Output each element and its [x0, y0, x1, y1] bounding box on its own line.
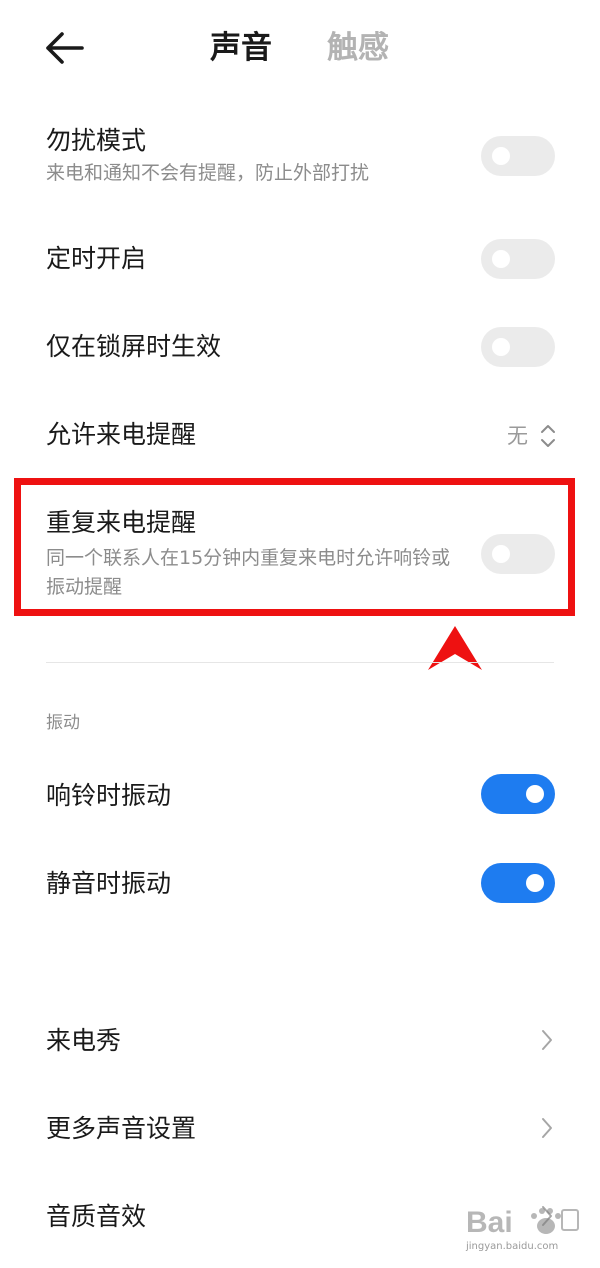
lockscreen-only-row[interactable]: 仅在锁屏时生效: [0, 326, 600, 370]
tab-sound[interactable]: 声音: [210, 26, 272, 70]
silent-vibrate-toggle[interactable]: [481, 863, 555, 903]
dnd-toggle[interactable]: [481, 136, 555, 176]
dnd-title: 勿扰模式: [46, 126, 147, 155]
scheduled-title: 定时开启: [46, 244, 147, 273]
scheduled-toggle[interactable]: [481, 239, 555, 279]
more-sound-title: 更多声音设置: [46, 1114, 197, 1143]
chevron-right-icon: [542, 1118, 552, 1138]
dnd-row[interactable]: 勿扰模式 来电和通知不会有提醒，防止外部打扰: [0, 118, 600, 202]
watermark-url: jingyan.baidu.com: [466, 1241, 559, 1252]
toggle-knob: [492, 147, 510, 165]
allow-calls-value: 无: [507, 424, 528, 448]
scheduled-row[interactable]: 定时开启: [0, 238, 600, 282]
audio-quality-title: 音质音效: [46, 1202, 147, 1231]
ring-vibrate-row[interactable]: 响铃时振动: [0, 774, 600, 818]
dnd-subtitle: 来电和通知不会有提醒，防止外部打扰: [46, 162, 370, 184]
more-sound-row[interactable]: 更多声音设置: [0, 1106, 600, 1150]
tab-haptics[interactable]: 触感: [327, 26, 389, 70]
svg-text:Bai: Bai: [466, 1206, 513, 1239]
up-arrow-annotation-icon: [428, 626, 482, 670]
section-divider: [46, 662, 554, 663]
lockscreen-only-title: 仅在锁屏时生效: [46, 332, 222, 361]
toggle-knob: [492, 338, 510, 356]
caller-show-title: 来电秀: [46, 1026, 122, 1055]
toggle-knob: [526, 874, 544, 892]
updown-chevron-icon: [541, 425, 555, 447]
chevron-right-icon: [542, 1030, 552, 1050]
toggle-knob: [492, 250, 510, 268]
ring-vibrate-title: 响铃时振动: [46, 781, 172, 810]
back-arrow-icon[interactable]: [44, 30, 84, 66]
vibration-section-title: 振动: [46, 713, 80, 733]
highlight-box: [14, 478, 575, 616]
allow-calls-title: 允许来电提醒: [46, 420, 197, 449]
top-bar: 声音 触感: [0, 0, 600, 100]
allow-calls-row[interactable]: 允许来电提醒 无: [0, 414, 600, 458]
toggle-knob: [526, 785, 544, 803]
lockscreen-only-toggle[interactable]: [481, 327, 555, 367]
silent-vibrate-row[interactable]: 静音时振动: [0, 862, 600, 906]
silent-vibrate-title: 静音时振动: [46, 869, 172, 898]
ring-vibrate-toggle[interactable]: [481, 774, 555, 814]
caller-show-row[interactable]: 来电秀: [0, 1018, 600, 1062]
